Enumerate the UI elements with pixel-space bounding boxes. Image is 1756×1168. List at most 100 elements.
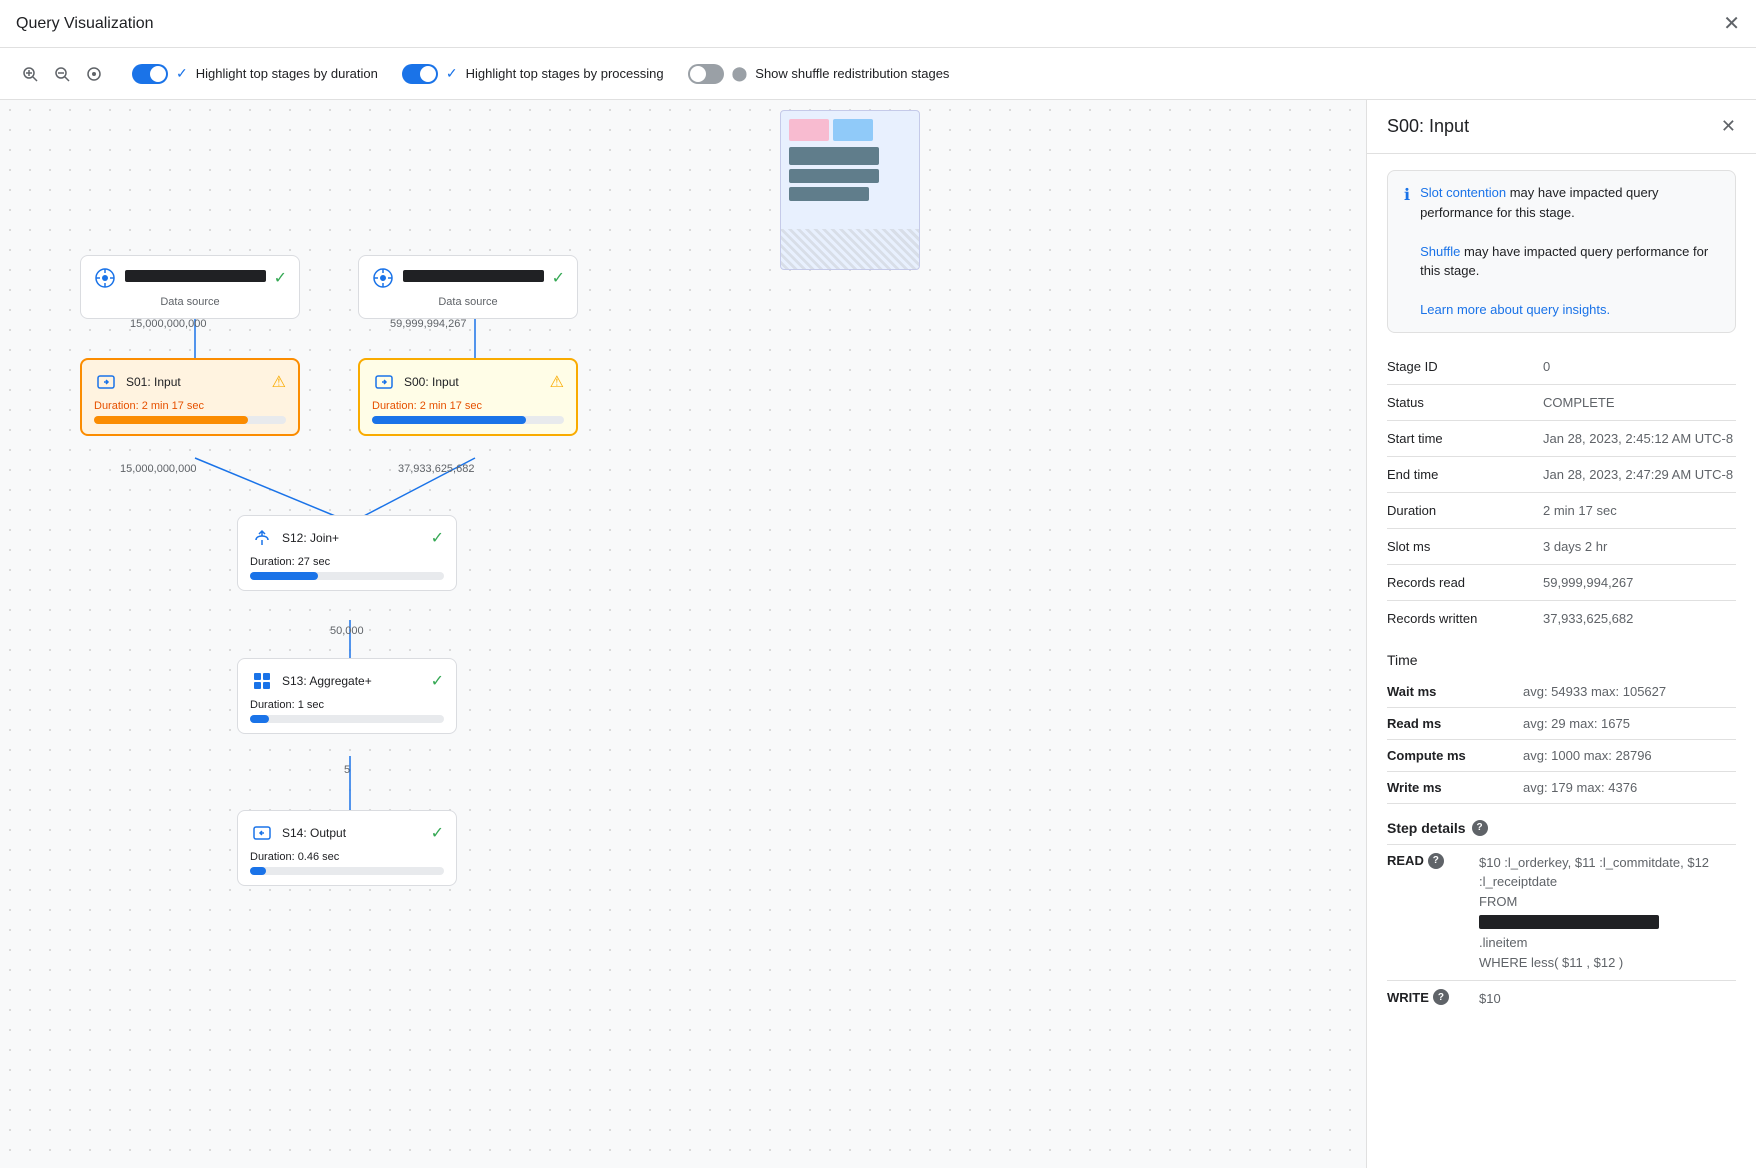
records-read-row: Records read 59,999,994,267 (1387, 565, 1736, 601)
duration-row: Duration 2 min 17 sec (1387, 493, 1736, 529)
end-time-key: End time (1387, 467, 1527, 482)
node-ds1[interactable]: ✓ Data source (80, 255, 300, 319)
s13-status: ✓ (431, 671, 444, 691)
toggle-processing[interactable] (402, 64, 438, 84)
window-title: Query Visualization (16, 15, 154, 33)
stage-id-key: Stage ID (1387, 359, 1527, 374)
redacted-bar (1479, 915, 1659, 929)
graph-area[interactable]: ✓ Data source 15,000,000,000 (0, 100, 1366, 1168)
step-details-help-icon[interactable]: ? (1472, 820, 1488, 836)
status-val: COMPLETE (1543, 395, 1736, 410)
node-s14[interactable]: S14: Output ✓ Duration: 0.46 sec (237, 810, 457, 886)
s13-icon (250, 669, 274, 693)
panel-title: S00: Input (1387, 116, 1469, 137)
panel-close-button[interactable]: ✕ (1721, 116, 1736, 137)
s00-duration: Duration: 2 min 17 sec (372, 400, 564, 412)
s01-duration: Duration: 2 min 17 sec (94, 400, 286, 412)
s00-icon (372, 370, 396, 394)
write-ms-val: avg: 179 max: 4376 (1523, 780, 1637, 795)
start-time-row: Start time Jan 28, 2023, 2:45:12 AM UTC-… (1387, 421, 1736, 457)
time-section-header: Time (1367, 636, 1756, 676)
records-written-row: Records written 37,933,625,682 (1387, 601, 1736, 636)
graph-canvas: ✓ Data source 15,000,000,000 (0, 100, 940, 1080)
write-step-key: WRITE ? (1387, 989, 1467, 1005)
step-section: Step details ? READ ? $10 :l_orderkey, $… (1367, 804, 1756, 1017)
node-s00[interactable]: S00: Input ⚠ Duration: 2 min 17 sec (358, 358, 578, 436)
read-help-icon[interactable]: ? (1428, 853, 1444, 869)
toggle-duration[interactable] (132, 64, 168, 84)
node-s13[interactable]: S13: Aggregate+ ✓ Duration: 1 sec (237, 658, 457, 734)
write-ms-key: Write ms (1387, 780, 1507, 795)
toggle-shuffle-group: ⬤ Show shuffle redistribution stages (688, 64, 950, 84)
ds1-label: Data source (93, 296, 287, 308)
s12-title: S12: Join+ (282, 531, 423, 545)
s14-title: S14: Output (282, 826, 423, 840)
s13-bar (250, 715, 269, 723)
toggle-shuffle-label: Show shuffle redistribution stages (755, 66, 949, 81)
status-key: Status (1387, 395, 1527, 410)
toggle-duration-label: Highlight top stages by duration (196, 66, 378, 81)
compute-ms-key: Compute ms (1387, 748, 1507, 763)
toggle-shuffle[interactable] (688, 64, 724, 84)
s14-bar (250, 867, 266, 875)
s14-duration: Duration: 0.46 sec (250, 851, 444, 863)
start-time-val: Jan 28, 2023, 2:45:12 AM UTC-8 (1543, 431, 1736, 446)
node-ds2[interactable]: ✓ Data source (358, 255, 578, 319)
read-step-val: $10 :l_orderkey, $11 :l_commitdate, $12 … (1479, 853, 1736, 973)
s00-warning-icon: ⚠ (550, 372, 564, 392)
edge-label-e4: 37,933,625,682 (398, 463, 474, 475)
status-row: Status COMPLETE (1387, 385, 1736, 421)
shuffle-link[interactable]: Shuffle (1420, 244, 1460, 259)
zoom-in-button[interactable] (16, 60, 44, 88)
time-table: Wait ms avg: 54933 max: 105627 Read ms a… (1367, 676, 1756, 804)
node-s12[interactable]: S12: Join+ ✓ Duration: 27 sec (237, 515, 457, 591)
toggle-duration-group: ✓ Highlight top stages by duration (132, 64, 378, 84)
s12-status: ✓ (431, 528, 444, 548)
records-written-key: Records written (1387, 611, 1527, 626)
records-read-key: Records read (1387, 575, 1527, 590)
wait-ms-key: Wait ms (1387, 684, 1507, 699)
panel-header: S00: Input ✕ (1367, 100, 1756, 154)
end-time-val: Jan 28, 2023, 2:47:29 AM UTC-8 (1543, 467, 1736, 482)
records-read-val: 59,999,994,267 (1543, 575, 1736, 590)
records-written-val: 37,933,625,682 (1543, 611, 1736, 626)
window-close-button[interactable]: ✕ (1723, 11, 1740, 36)
datasource1-icon (93, 266, 117, 290)
slot-ms-key: Slot ms (1387, 539, 1527, 554)
app-container: Query Visualization ✕ (0, 0, 1756, 1168)
zoom-out-button[interactable] (48, 60, 76, 88)
s12-icon (250, 526, 274, 550)
write-step-val: $10 (1479, 989, 1736, 1009)
info-icon: ℹ (1404, 185, 1410, 320)
datasource2-icon (371, 266, 395, 290)
edge-label-e2: 59,999,994,267 (390, 318, 466, 330)
ds2-status: ✓ (552, 268, 565, 288)
toggle-processing-label: Highlight top stages by processing (466, 66, 664, 81)
slot-ms-val: 3 days 2 hr (1543, 539, 1736, 554)
title-bar: Query Visualization ✕ (0, 0, 1756, 48)
slot-ms-row: Slot ms 3 days 2 hr (1387, 529, 1736, 565)
learn-more-link[interactable]: Learn more about query insights. (1420, 302, 1610, 317)
stage-id-val: 0 (1543, 359, 1736, 374)
slot-contention-link[interactable]: Slot contention (1420, 185, 1506, 200)
alert-text: Slot contention may have impacted query … (1420, 183, 1719, 320)
edge-label-e3: 15,000,000,000 (120, 463, 196, 475)
node-s01[interactable]: S01: Input ⚠ Duration: 2 min 17 sec (80, 358, 300, 436)
s01-bar (94, 416, 248, 424)
toggle-processing-group: ✓ Highlight top stages by processing (402, 64, 664, 84)
ds1-status: ✓ (274, 268, 287, 288)
start-time-key: Start time (1387, 431, 1527, 446)
content-area: ✓ Data source 15,000,000,000 (0, 100, 1756, 1168)
s00-title: S00: Input (404, 375, 542, 389)
alert-box: ℹ Slot contention may have impacted quer… (1387, 170, 1736, 333)
minimap[interactable] (780, 110, 920, 270)
read-step-row: READ ? $10 :l_orderkey, $11 :l_commitdat… (1387, 844, 1736, 981)
s12-duration: Duration: 27 sec (250, 556, 444, 568)
ds2-label: Data source (371, 296, 565, 308)
end-time-row: End time Jan 28, 2023, 2:47:29 AM UTC-8 (1387, 457, 1736, 493)
zoom-reset-button[interactable] (80, 60, 108, 88)
write-help-icon[interactable]: ? (1433, 989, 1449, 1005)
read-ms-row: Read ms avg: 29 max: 1675 (1387, 708, 1736, 740)
stage-id-row: Stage ID 0 (1387, 349, 1736, 385)
s13-title: S13: Aggregate+ (282, 674, 423, 688)
